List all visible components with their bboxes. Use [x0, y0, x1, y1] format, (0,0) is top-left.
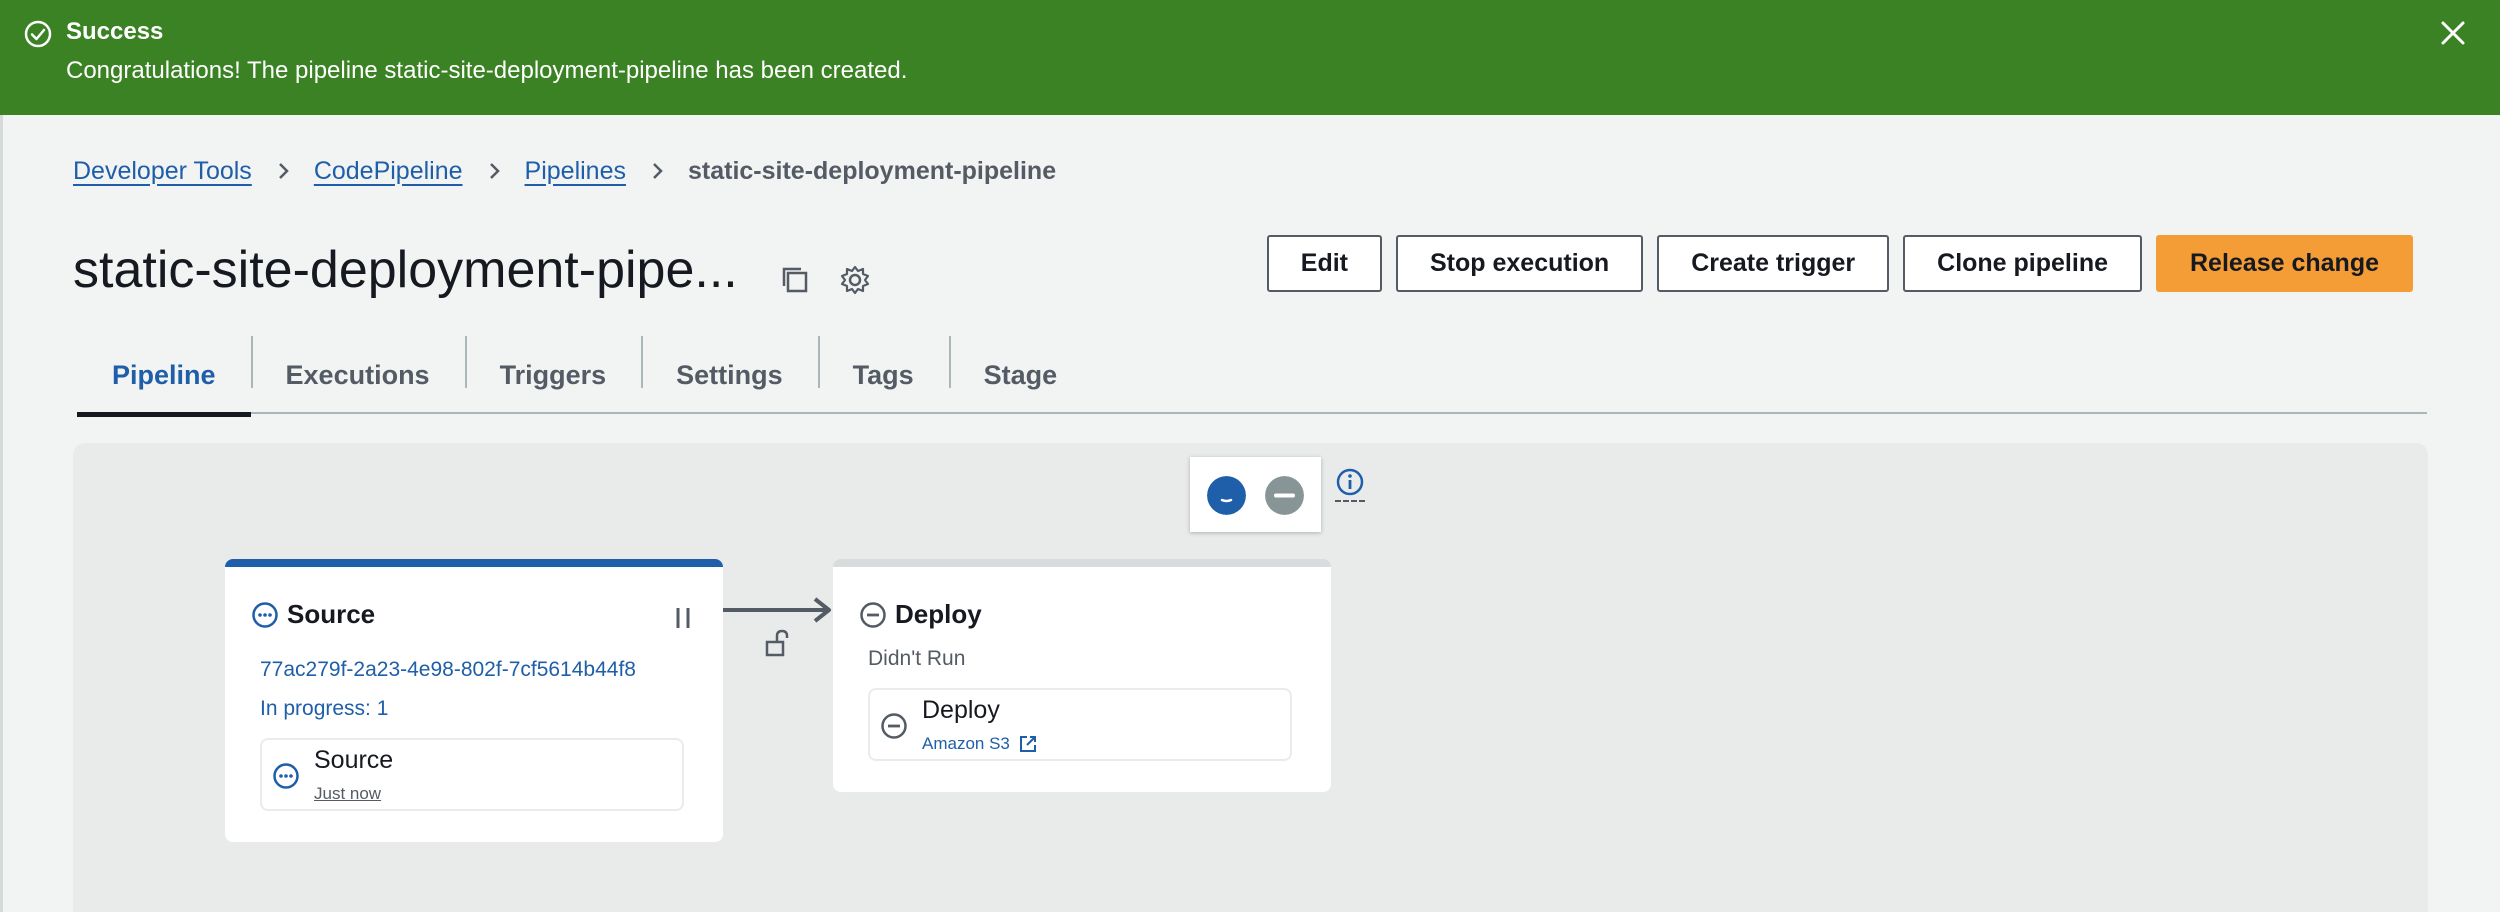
flash-title: Success — [66, 18, 164, 45]
action-card-source[interactable]: Source Just now — [260, 738, 684, 811]
action-card-deploy[interactable]: Deploy Amazon S3 — [868, 688, 1292, 761]
tab-triggers[interactable]: Triggers — [464, 336, 642, 414]
stage-header: Deploy — [859, 599, 982, 630]
provider-label: Amazon S3 — [922, 734, 1010, 753]
tab-settings[interactable]: Settings — [641, 336, 818, 414]
release-change-button[interactable]: Release change — [2156, 235, 2413, 292]
transition-arrow — [723, 597, 831, 623]
collapse-view-icon[interactable] — [1265, 476, 1304, 515]
compact-view-icon[interactable] — [1207, 476, 1246, 515]
success-flashbar: Success Congratulations! The pipeline st… — [0, 0, 2500, 115]
chevron-right-icon — [489, 163, 500, 179]
tab-pipeline[interactable]: Pipeline — [77, 336, 251, 417]
breadcrumb-codepipeline[interactable]: CodePipeline — [314, 157, 463, 186]
stop-execution-button[interactable]: Stop execution — [1396, 235, 1644, 292]
gear-icon[interactable] — [838, 263, 872, 297]
stage-progress: In progress: 1 — [260, 697, 389, 720]
action-time-link[interactable]: Just now — [314, 784, 381, 804]
create-trigger-button[interactable]: Create trigger — [1657, 235, 1890, 292]
tab-stage[interactable]: Stage — [948, 336, 1093, 414]
chevron-right-icon — [278, 163, 289, 179]
chevron-right-icon — [653, 163, 663, 179]
breadcrumb-developer-tools[interactable]: Developer Tools — [73, 157, 252, 186]
external-link-icon — [1019, 736, 1036, 752]
breadcrumb: Developer Tools CodePipeline Pipelines s… — [73, 155, 1056, 187]
action-provider-link[interactable]: Amazon S3 — [922, 734, 1038, 754]
check-circle-icon — [24, 20, 52, 48]
minus-circle-icon — [881, 713, 907, 739]
page-title: static-site-deployment-pipe... — [73, 241, 738, 299]
view-toggle — [1190, 457, 1321, 532]
tab-tags[interactable]: Tags — [817, 336, 949, 414]
stage-name: Deploy — [895, 599, 982, 629]
close-icon[interactable] — [2438, 18, 2468, 48]
flash-message: Congratulations! The pipeline static-sit… — [66, 57, 908, 84]
action-name: Deploy — [922, 696, 1000, 724]
copy-icon[interactable] — [778, 263, 812, 297]
breadcrumb-pipelines[interactable]: Pipelines — [525, 157, 626, 186]
action-name: Source — [314, 746, 394, 774]
minus-circle-icon — [860, 601, 886, 628]
info-underline — [1335, 500, 1365, 502]
stage-deploy: Deploy Didn't Run Deploy Amazon S3 — [833, 559, 1331, 792]
stage-status: Didn't Run — [868, 647, 966, 670]
unlock-icon[interactable] — [762, 627, 794, 659]
clone-pipeline-button[interactable]: Clone pipeline — [1903, 235, 2142, 292]
page-edge — [0, 115, 3, 912]
edit-button[interactable]: Edit — [1266, 235, 1382, 292]
breadcrumb-current: static-site-deployment-pipeline — [687, 156, 1057, 185]
pause-icon[interactable] — [671, 605, 695, 631]
tab-bar: Pipeline Executions Triggers Settings Ta… — [77, 336, 2427, 417]
stage-name: Source — [287, 599, 376, 629]
info-icon[interactable] — [1335, 467, 1365, 497]
stage-source: Source 77ac279f-2a23-4e98-802f-7cf5614b4… — [225, 559, 723, 842]
tab-executions[interactable]: Executions — [250, 336, 465, 414]
in-progress-icon — [252, 601, 278, 628]
execution-id-link[interactable]: 77ac279f-2a23-4e98-802f-7cf5614b44f8 — [260, 658, 636, 682]
stage-header: Source — [251, 599, 375, 630]
in-progress-icon — [273, 763, 299, 789]
header-actions: Edit Stop execution Create trigger Clone… — [1266, 235, 2413, 292]
